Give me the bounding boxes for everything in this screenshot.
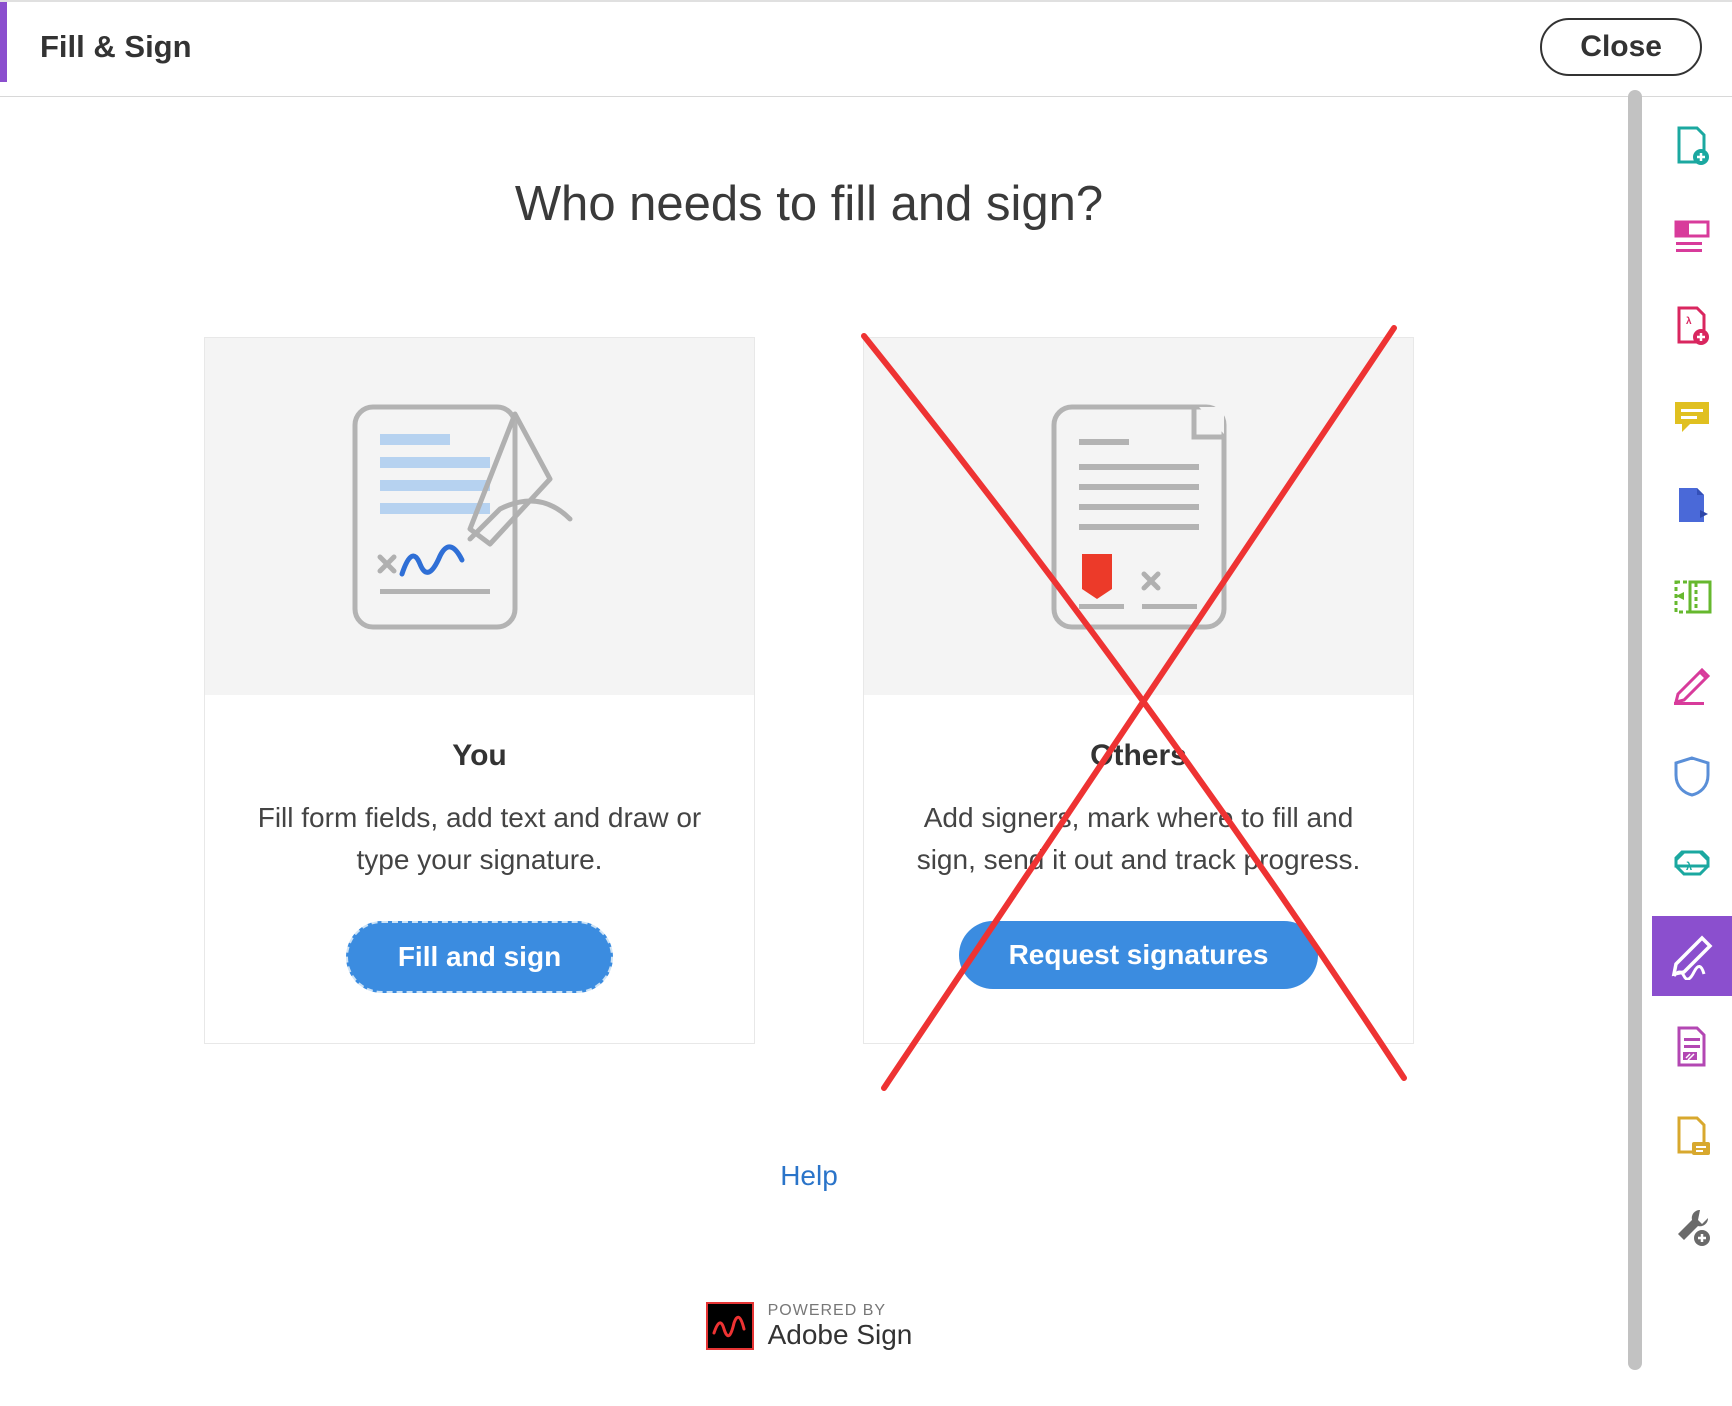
page-title: Fill & Sign (40, 29, 192, 65)
svg-text:λ: λ (1686, 861, 1692, 873)
document-request-icon (1024, 399, 1254, 634)
powered-by: POWERED BY Adobe Sign (0, 1302, 1618, 1350)
sign-icon[interactable] (1670, 664, 1714, 708)
fill-sign-icon[interactable] (1652, 916, 1732, 996)
send-review-icon[interactable] (1670, 1114, 1714, 1158)
powered-by-label: POWERED BY (768, 1302, 913, 1320)
card-you-title: You (241, 739, 718, 773)
compare-icon[interactable] (1670, 574, 1714, 618)
main-heading: Who needs to fill and sign? (0, 176, 1618, 232)
svg-text:λ: λ (1686, 316, 1692, 327)
protect-icon[interactable] (1670, 754, 1714, 798)
create-pdf-icon[interactable]: λ (1670, 304, 1714, 348)
scrollbar[interactable] (1628, 90, 1642, 1370)
card-you-desc: Fill form fields, add text and draw or t… (241, 797, 718, 881)
help-link[interactable]: Help (780, 1160, 838, 1191)
document-sign-icon (340, 399, 620, 634)
cards-row: You Fill form fields, add text and draw … (0, 337, 1618, 1044)
close-button[interactable]: Close (1540, 18, 1702, 76)
edit-pdf-icon[interactable] (1670, 484, 1714, 528)
right-tool-rail: λ λ (1652, 84, 1732, 1406)
comment-icon[interactable] (1670, 394, 1714, 438)
card-others-desc: Add signers, mark where to fill and sign… (900, 797, 1377, 881)
redact-icon[interactable] (1670, 1024, 1714, 1068)
header: Fill & Sign Close (0, 0, 1732, 97)
main-content: Who needs to fill and sign? (0, 84, 1618, 1406)
request-signatures-button[interactable]: Request signatures (959, 921, 1319, 989)
fill-and-sign-button[interactable]: Fill and sign (346, 921, 613, 993)
organize-pages-icon[interactable] (1670, 214, 1714, 258)
others-illustration (864, 338, 1413, 695)
you-illustration (205, 338, 754, 695)
powered-name: Adobe Sign (768, 1320, 913, 1351)
card-others-title: Others (900, 739, 1377, 773)
export-pdf-icon[interactable] (1670, 124, 1714, 168)
optimize-icon[interactable]: λ (1670, 844, 1714, 888)
card-others[interactable]: Others Add signers, mark where to fill a… (863, 337, 1414, 1044)
adobe-sign-logo-icon (706, 1302, 754, 1350)
header-accent (0, 2, 7, 82)
card-you[interactable]: You Fill form fields, add text and draw … (204, 337, 755, 1044)
more-tools-icon[interactable] (1670, 1204, 1714, 1248)
